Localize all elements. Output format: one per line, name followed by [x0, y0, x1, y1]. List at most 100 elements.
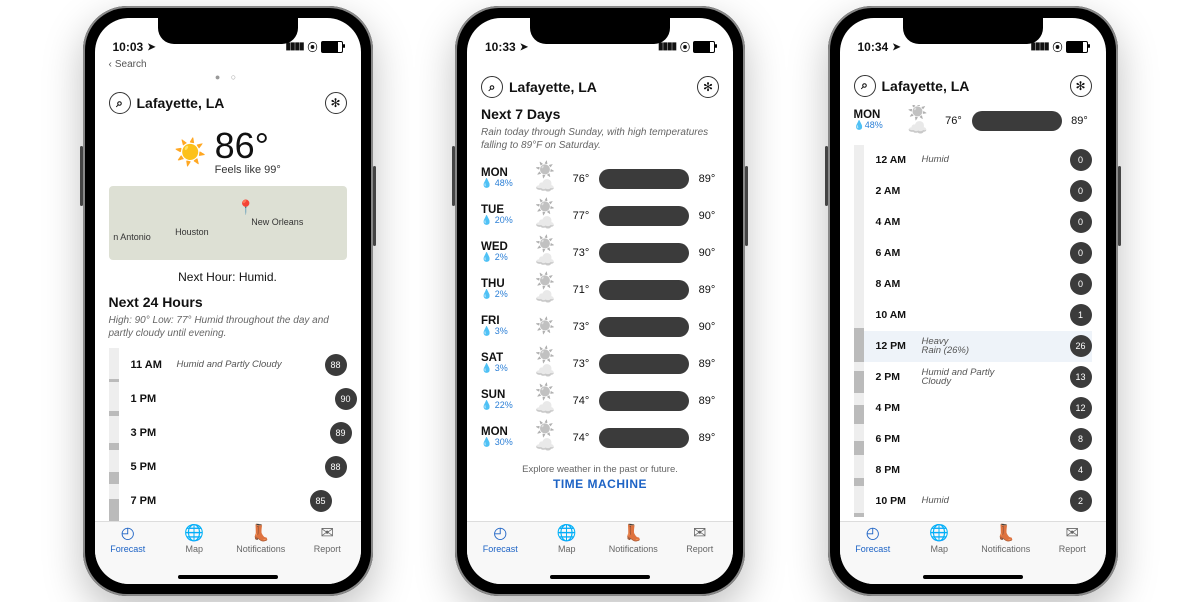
precip-hourly-list[interactable]: 12 AMHumid02 AM04 AM06 AM0 8 AM 0 10 AM112 …: [854, 145, 1092, 517]
wifi-icon: ⦿: [680, 39, 689, 54]
precip-vbar: [854, 145, 864, 176]
precip-row[interactable]: 2 PMHumid and Partly Cloudy13: [854, 362, 1092, 393]
temp-vbar: [109, 382, 119, 416]
precip-row[interactable]: 2 AM0: [854, 176, 1092, 207]
day-row[interactable]: FRI💧 3%☀️73°90°: [481, 308, 719, 345]
precip-row[interactable]: 6 AM0: [854, 238, 1092, 269]
phone-frame: 10:03 ➤ ▮▮▮▮ ⦿ ‹ Search ● ○ ⌕ Lafayette,…: [83, 6, 373, 596]
weather-icon: ☀️☁️: [535, 237, 563, 269]
settings-gear-icon[interactable]: ✻: [1070, 75, 1092, 97]
precip-row[interactable]: 4 AM0: [854, 207, 1092, 238]
settings-gear-icon[interactable]: ✻: [325, 92, 347, 114]
temp-vbar: [109, 518, 119, 521]
hour-row[interactable]: 7 PM85: [109, 484, 347, 518]
search-icon[interactable]: ⌕: [481, 76, 503, 98]
tab-label: Notifications: [236, 544, 285, 554]
day-row[interactable]: MON💧 48%☀️☁️76°89°: [481, 160, 719, 197]
tab-forecast[interactable]: ◴Forecast: [840, 526, 907, 554]
next-7d-title: Next 7 Days: [481, 106, 719, 122]
day-row[interactable]: WED💧 2%☀️☁️73°90°: [481, 234, 719, 271]
tab-label: Forecast: [483, 544, 518, 554]
temp-high: 89°: [1068, 115, 1092, 127]
tab-report[interactable]: ✉Report: [667, 526, 734, 554]
forecast-icon: ◴: [866, 526, 880, 542]
day-row[interactable]: TUE💧 20%☀️☁️77°90°: [481, 197, 719, 234]
hour-time: 3 PM: [131, 427, 177, 439]
temp-vbar: [109, 450, 119, 484]
search-icon[interactable]: ⌕: [109, 92, 131, 114]
tab-notifications[interactable]: 👢Notifications: [600, 526, 667, 554]
precip-row[interactable]: 10 AM1: [854, 300, 1092, 331]
settings-gear-icon[interactable]: ✻: [697, 76, 719, 98]
hour-row[interactable]: 11 AMHumid and Partly Cloudy88: [109, 348, 347, 382]
notifications-icon: 👢: [996, 526, 1016, 542]
precip-row[interactable]: 6 PM8: [854, 424, 1092, 455]
tab-map[interactable]: 🌐Map: [906, 526, 973, 554]
weather-sun-icon: ☀️: [174, 137, 206, 168]
notch: [158, 18, 298, 44]
tab-map[interactable]: 🌐Map: [534, 526, 601, 554]
tab-label: Report: [314, 544, 341, 554]
tab-map[interactable]: 🌐Map: [161, 526, 228, 554]
precip-row[interactable]: 8 AM 0: [854, 269, 1092, 300]
tab-notifications[interactable]: 👢Notifications: [973, 526, 1040, 554]
precip-row[interactable]: 10 PMHumid2: [854, 486, 1092, 517]
day-row[interactable]: MON💧 30%☀️☁️74°89°: [481, 419, 719, 456]
tab-report[interactable]: ✉ Report: [1039, 526, 1106, 554]
tab-report[interactable]: ✉ Report: [294, 526, 361, 554]
temp-low: 76°: [942, 115, 966, 127]
temp-high: 89°: [695, 284, 719, 296]
precip-condition: Humid and Partly Cloudy: [922, 368, 995, 387]
phone-frame: 10:33 ➤ ▮▮▮▮ ⦿ ⌕ Lafayette, LA ✻ Next 7 …: [455, 6, 745, 596]
temp-high: 89°: [695, 173, 719, 185]
temp-high: 90°: [695, 247, 719, 259]
home-indicator[interactable]: [923, 575, 1023, 579]
precip-row[interactable]: 4 PM12: [854, 393, 1092, 424]
map-preview[interactable]: n Antonio Houston New Orleans 📍: [109, 186, 347, 260]
precip-row[interactable]: 8 PM4: [854, 455, 1092, 486]
precip-vbar: [854, 362, 864, 393]
precip-value-badge: 0: [1070, 273, 1092, 295]
status-time: 10:33: [485, 40, 516, 54]
page-indicator: ● ○: [95, 70, 361, 86]
next-24h-title: Next 24 Hours: [109, 294, 347, 310]
battery-icon: [321, 41, 343, 53]
daily-list[interactable]: MON💧 48%☀️☁️76°89°TUE💧 20%☀️☁️77°90°WED💧…: [481, 160, 719, 456]
forecast-icon: ◴: [121, 526, 135, 542]
precip-vbar: [854, 393, 864, 424]
hour-row[interactable]: 1 PM90: [109, 382, 347, 416]
day-precip: 💧 30%: [481, 438, 529, 448]
day-precip: 💧 3%: [481, 364, 529, 374]
tab-forecast[interactable]: ◴Forecast: [95, 526, 162, 554]
map-icon: 🌐: [929, 526, 949, 542]
report-icon: ✉: [1066, 526, 1079, 542]
precip-condition: Humid: [922, 155, 1020, 165]
precip-vbar: [854, 176, 864, 207]
map-city-label: n Antonio: [113, 232, 151, 242]
tab-label: Report: [1059, 544, 1086, 554]
home-indicator[interactable]: [550, 575, 650, 579]
report-icon: ✉: [321, 526, 334, 542]
precip-row[interactable]: 12 AMHumid0: [854, 145, 1092, 176]
precip-time: 2 PM: [876, 371, 922, 383]
home-indicator[interactable]: [178, 575, 278, 579]
precip-row[interactable]: 12 PMHeavy Rain (26%)26: [854, 331, 1092, 362]
precip-vbar: [854, 424, 864, 455]
day-strip[interactable]: MON 💧48% ☀️☁️ 76° 89°: [854, 105, 1092, 137]
wifi-icon: ⦿: [308, 39, 317, 54]
search-icon[interactable]: ⌕: [854, 75, 876, 97]
tab-label: Notifications: [609, 544, 658, 554]
hour-row[interactable]: 3 PM89: [109, 416, 347, 450]
day-row[interactable]: SUN💧 22%☀️☁️74°89°: [481, 382, 719, 419]
tab-forecast[interactable]: ◴Forecast: [467, 526, 534, 554]
precip-time: 8 PM: [876, 464, 922, 476]
temp-range-bar: [599, 243, 689, 263]
hourly-list[interactable]: 11 AMHumid and Partly Cloudy881 PM903 PM…: [109, 348, 347, 521]
precip-time: 8 AM: [876, 278, 922, 290]
day-row[interactable]: THU💧 2%☀️☁️71°89°: [481, 271, 719, 308]
time-machine-link[interactable]: TIME MACHINE: [481, 477, 719, 491]
hour-row[interactable]: 5 PM88: [109, 450, 347, 484]
back-to-search[interactable]: ‹ Search: [95, 56, 361, 70]
tab-notifications[interactable]: 👢Notifications: [228, 526, 295, 554]
day-row[interactable]: SAT💧 3%☀️☁️73°89°: [481, 345, 719, 382]
